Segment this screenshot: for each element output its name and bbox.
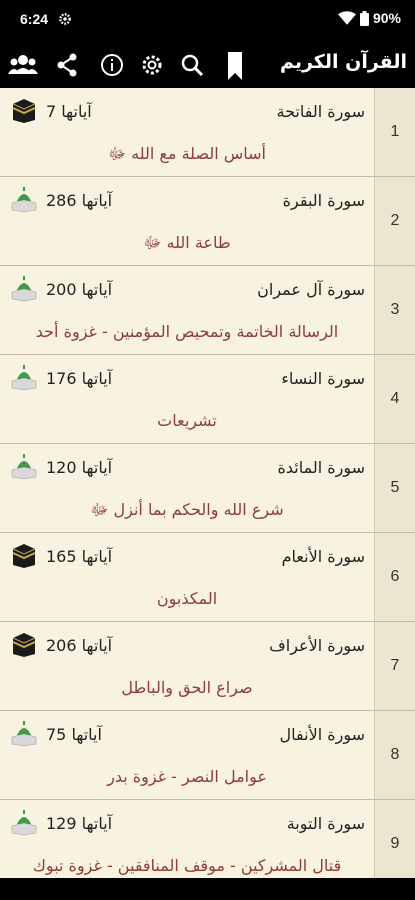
ayat-count: آياتها 200 (46, 280, 113, 299)
surah-row[interactable]: آياتها 286 سورة البقرة طاعة الله ﷻ 2 (0, 177, 415, 266)
surah-row[interactable]: آياتها 200 سورة آل عمران الرسالة الخاتمة… (0, 266, 415, 355)
bookmark-icon[interactable] (228, 52, 242, 80)
surah-row[interactable]: آياتها 7 سورة الفاتحة أساس الصلة مع الله… (0, 88, 415, 177)
surah-number: 5 (374, 444, 415, 532)
surah-theme: طاعة الله ﷻ (143, 233, 231, 252)
ayat-count: آياتها 176 (46, 369, 113, 388)
surah-number: 2 (374, 177, 415, 265)
surah-number: 4 (374, 355, 415, 443)
surah-number: 3 (374, 266, 415, 354)
surah-row[interactable]: آياتها 129 سورة التوبة قتال المشركين - م… (0, 800, 415, 878)
surah-theme: صراع الحق والباطل (121, 678, 253, 697)
mosque-icon (11, 187, 37, 213)
surah-theme: الرسالة الخاتمة وتمحيص المؤمنين - غزوة أ… (35, 322, 339, 341)
share-icon[interactable] (56, 52, 78, 78)
ayat-count: آياتها 165 (46, 547, 113, 566)
surah-name: سورة المائدة (277, 458, 365, 477)
mosque-icon (11, 276, 37, 302)
surah-row[interactable]: آياتها 176 سورة النساء تشريعات 4 (0, 355, 415, 444)
status-time: 6:24 (20, 11, 49, 27)
status-bar: 6:24 90% (0, 0, 415, 42)
surah-name: سورة الأنفال (279, 725, 365, 744)
surah-number: 7 (374, 622, 415, 710)
surah-number: 1 (374, 88, 415, 176)
surah-row[interactable]: آياتها 120 سورة المائدة شرع الله والحكم … (0, 444, 415, 533)
app-title: القرآن الكريم (279, 51, 407, 73)
surah-list[interactable]: آياتها 7 سورة الفاتحة أساس الصلة مع الله… (0, 88, 415, 878)
surah-theme: قتال المشركين - موقف المنافقين - غزوة تب… (32, 856, 342, 875)
kaaba-icon (12, 99, 36, 123)
surah-theme: تشريعات (157, 411, 217, 430)
surah-number: 8 (374, 711, 415, 799)
surah-theme: المكذبون (156, 589, 218, 608)
ayat-count: آياتها 286 (46, 191, 113, 210)
app-bar: القرآن الكريم (0, 42, 415, 88)
surah-name: سورة النساء (281, 369, 365, 388)
battery-percent: 90% (372, 10, 401, 26)
info-icon[interactable] (100, 52, 124, 78)
surah-name: سورة التوبة (286, 814, 365, 833)
wifi-icon (337, 11, 356, 25)
battery-icon (359, 10, 369, 26)
surah-number: 9 (374, 800, 415, 878)
mosque-icon (11, 721, 37, 747)
surah-row[interactable]: آياتها 75 سورة الأنفال عوامل النصر - غزو… (0, 711, 415, 800)
mosque-icon (11, 365, 37, 391)
navigation-bar (0, 878, 415, 900)
surah-name: سورة آل عمران (257, 280, 365, 299)
surah-name: سورة الأنعام (281, 547, 365, 566)
kaaba-icon (12, 544, 36, 568)
surah-number: 6 (374, 533, 415, 621)
ayat-count: آياتها 206 (46, 636, 113, 655)
search-icon[interactable] (180, 52, 204, 78)
ayat-count: آياتها 120 (46, 458, 113, 477)
mosque-icon (11, 810, 37, 836)
surah-name: سورة الأعراف (269, 636, 365, 655)
surah-theme: شرع الله والحكم بما أنزل ﷻ (90, 500, 284, 519)
ayat-count: آياتها 7 (46, 102, 92, 121)
users-icon[interactable] (8, 52, 38, 78)
surah-theme: عوامل النصر - غزوة بدر (107, 767, 267, 786)
settings-small-icon (59, 13, 71, 25)
ayat-count: آياتها 129 (46, 814, 113, 833)
ayat-count: آياتها 75 (46, 725, 102, 744)
kaaba-icon (12, 633, 36, 657)
surah-row[interactable]: آياتها 165 سورة الأنعام المكذبون 6 (0, 533, 415, 622)
surah-name: سورة الفاتحة (276, 102, 365, 121)
surah-name: سورة البقرة (282, 191, 365, 210)
surah-theme: أساس الصلة مع الله ﷻ (107, 144, 266, 163)
surah-row[interactable]: آياتها 206 سورة الأعراف صراع الحق والباط… (0, 622, 415, 711)
settings-icon[interactable] (140, 52, 164, 78)
mosque-icon (11, 454, 37, 480)
